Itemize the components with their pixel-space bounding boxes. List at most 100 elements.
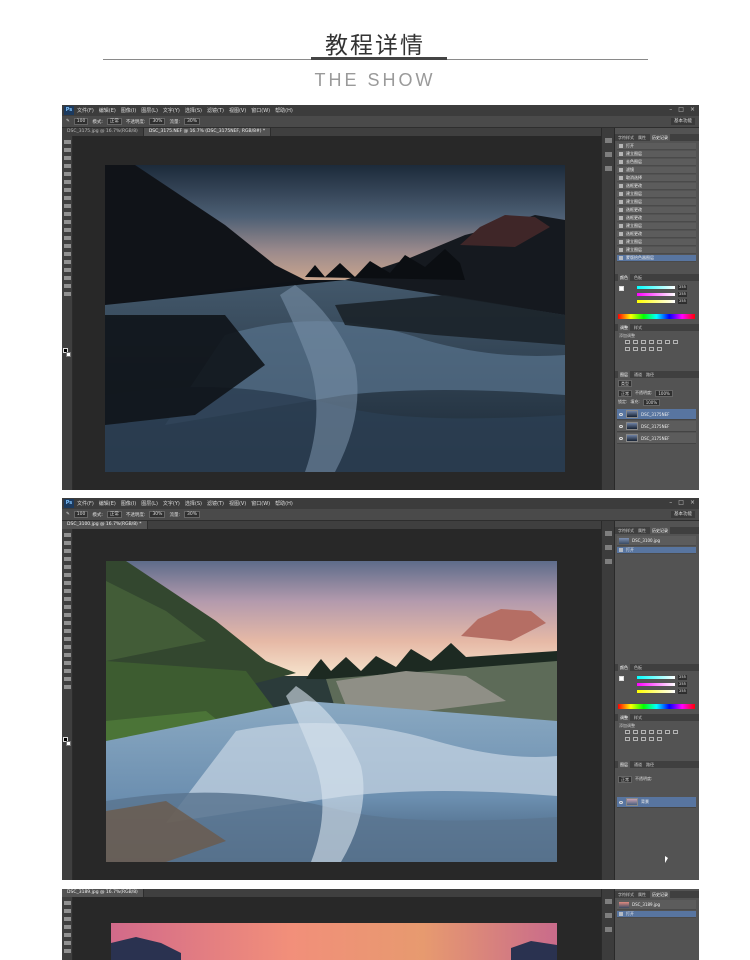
maximize-button[interactable]: □ [678,499,684,506]
history-item[interactable]: 建立图层 [617,239,696,246]
layer-kind-select[interactable]: 类型 [618,380,632,387]
canvas-photo[interactable] [106,561,557,862]
blend-mode-select[interactable]: 正常 [618,390,632,397]
crop-tool-icon[interactable] [64,565,71,569]
green-slider[interactable]: 255 [637,292,687,297]
lasso-tool-icon[interactable] [64,917,71,921]
posterize-icon[interactable] [657,737,662,741]
minimize-button[interactable]: – [669,499,672,506]
maximize-button[interactable]: □ [678,106,684,113]
type-tool-icon[interactable] [64,653,71,657]
visibility-eye-icon[interactable] [619,800,623,804]
flow-input[interactable]: 30% [183,118,200,125]
black-white-icon[interactable] [625,737,630,741]
color-balance-icon[interactable] [673,340,678,344]
brush-size[interactable]: 100 [73,118,89,125]
tab-properties[interactable]: 属性 [638,891,646,898]
fg-color-chip[interactable] [619,286,624,291]
channel-mixer-icon[interactable] [641,347,646,351]
history-item[interactable]: 建立图层 [617,151,696,158]
move-tool-icon[interactable] [64,533,71,537]
eraser-tool-icon[interactable] [64,613,71,617]
layer-row[interactable]: DSC_3175NEF [617,421,696,432]
fill-input[interactable]: 100% [642,399,661,406]
path-select-tool-icon[interactable] [64,661,71,665]
blend-mode-select[interactable]: 正常 [618,776,632,783]
curves-icon[interactable] [641,340,646,344]
menu-view[interactable]: 视图(V) [229,500,246,507]
tab-paths[interactable]: 路径 [646,761,654,768]
tab-channels[interactable]: 通道 [634,371,642,378]
black-white-icon[interactable] [625,347,630,351]
color-spectrum[interactable] [618,314,695,319]
history-item[interactable]: 滤镜 [617,167,696,174]
tab-history[interactable]: 历史记录 [650,527,670,534]
green-value[interactable]: 255 [678,682,687,687]
menu-file[interactable]: 文件(F) [77,500,94,507]
workspace-select[interactable]: 基本功能 [671,511,695,518]
menu-filter[interactable]: 滤镜(T) [207,107,224,114]
background-color-swatch[interactable] [66,352,71,357]
tab-paths[interactable]: 路径 [646,371,654,378]
levels-icon[interactable] [633,340,638,344]
marquee-tool-icon[interactable] [64,148,71,152]
menu-select[interactable]: 选择(S) [185,500,202,507]
red-slider[interactable]: 255 [637,285,687,290]
tab-layers[interactable]: 图层 [618,371,630,378]
tab-adjustments[interactable]: 调整 [618,324,630,331]
hue-saturation-icon[interactable] [665,730,670,734]
color-spectrum[interactable] [618,704,695,709]
canvas-photo[interactable] [105,165,565,472]
lasso-tool-icon[interactable] [64,156,71,160]
history-brush-tool-icon[interactable] [64,212,71,216]
fg-color-chip[interactable] [619,676,624,681]
opacity-input[interactable]: 30% [149,118,166,125]
tab-channels[interactable]: 通道 [634,761,642,768]
ps-logo[interactable]: Ps [64,499,74,508]
eyedropper-tool-icon[interactable] [64,573,71,577]
shape-tool-icon[interactable] [64,669,71,673]
tab-character-styles[interactable]: 字符样式 [618,527,634,534]
brightness-icon[interactable] [625,340,630,344]
healing-tool-icon[interactable] [64,188,71,192]
blue-slider[interactable]: 255 [637,689,687,694]
menu-window[interactable]: 窗口(W) [251,107,270,114]
paragraph-icon[interactable] [605,559,612,564]
visibility-eye-icon[interactable] [619,412,623,416]
red-value[interactable]: 255 [678,675,687,680]
shape-tool-icon[interactable] [64,276,71,280]
tab-properties[interactable]: 属性 [638,134,646,141]
history-item[interactable]: 选框更改 [617,231,696,238]
history-brush-tool-icon[interactable] [64,605,71,609]
layer-opacity-input[interactable]: 100% [655,390,673,397]
history-item[interactable]: 选框更改 [617,215,696,222]
blur-tool-icon[interactable] [64,236,71,240]
history-snapshot[interactable]: DSC_3189.jpg [617,900,696,910]
menu-view[interactable]: 视图(V) [229,107,246,114]
move-tool-icon[interactable] [64,901,71,905]
canvas-photo[interactable] [111,923,557,960]
quick-select-tool-icon[interactable] [64,925,71,929]
play-icon[interactable] [605,899,612,904]
tab-character-styles[interactable]: 字符样式 [618,134,634,141]
stamp-tool-icon[interactable] [64,597,71,601]
blur-tool-icon[interactable] [64,629,71,633]
workspace-select[interactable]: 基本功能 [671,118,695,125]
dodge-tool-icon[interactable] [64,244,71,248]
vibrance-icon[interactable] [657,340,662,344]
history-item[interactable]: 建立图层 [617,247,696,254]
menu-type[interactable]: 文字(Y) [163,107,180,114]
blue-slider[interactable]: 255 [637,299,687,304]
menu-filter[interactable]: 滤镜(T) [207,500,224,507]
eyedropper-tool-icon[interactable] [64,941,71,945]
gradient-tool-icon[interactable] [64,621,71,625]
play-icon[interactable] [605,138,612,143]
hand-tool-icon[interactable] [64,284,71,288]
eyedropper-tool-icon[interactable] [64,180,71,184]
posterize-icon[interactable] [657,347,662,351]
tab-history[interactable]: 历史记录 [650,134,670,141]
dodge-tool-icon[interactable] [64,637,71,641]
path-select-tool-icon[interactable] [64,268,71,272]
mode-select[interactable]: 正常 [106,118,122,125]
text-icon[interactable] [605,913,612,918]
